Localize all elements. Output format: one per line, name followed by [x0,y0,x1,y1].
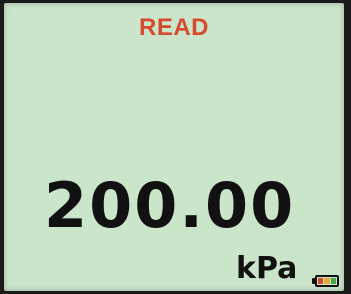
battery-segment [324,278,330,284]
pressure-reading: 200.00 [44,169,296,242]
gauge-device: READ 200.00 kPa [0,0,351,294]
battery-segment [318,278,324,284]
unit-label: kPa [236,251,298,286]
mode-label: READ [138,14,209,41]
battery-segment [330,278,336,284]
lcd-screen: READ 200.00 kPa [4,3,344,291]
battery-icon [315,275,339,287]
